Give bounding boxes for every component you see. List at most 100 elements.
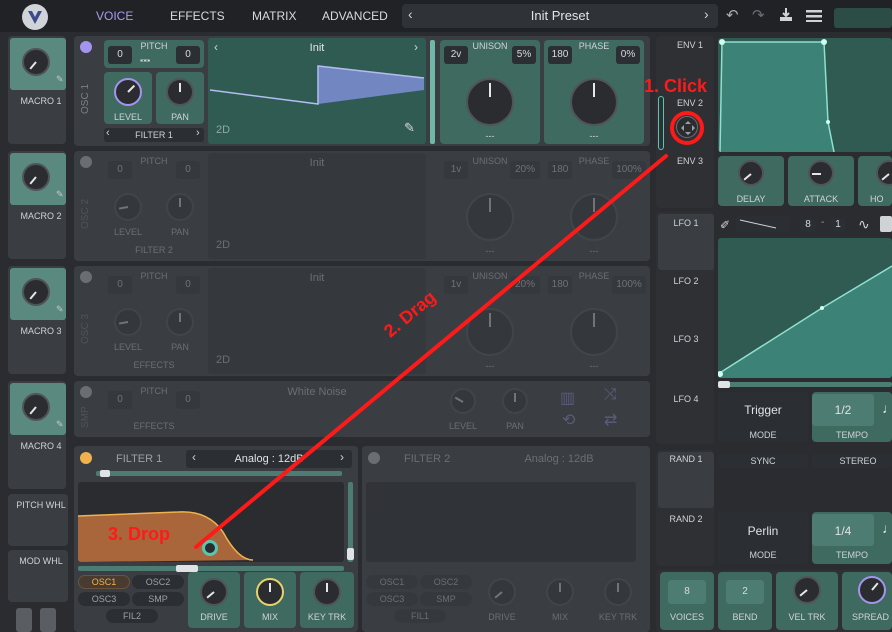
filter2-drive-knob[interactable]: [488, 578, 516, 606]
osc1-unison-detune[interactable]: 5%: [512, 46, 536, 64]
macro-2-edit-icon[interactable]: ✎: [56, 189, 64, 200]
lfo-edit-icon[interactable]: [880, 216, 892, 232]
wavetable-edit-icon[interactable]: ✎: [404, 120, 415, 136]
filter1-blend-slider[interactable]: [96, 471, 342, 476]
sample-level-knob[interactable]: [450, 388, 476, 414]
filter2-mix-knob[interactable]: [546, 578, 574, 606]
sample-power-toggle[interactable]: [80, 386, 92, 398]
osc2-phase-random[interactable]: 100%: [612, 161, 646, 179]
macro-3-knob[interactable]: [22, 278, 50, 306]
osc1-unison-dash[interactable]: ---: [440, 131, 540, 141]
menu-icon[interactable]: [806, 9, 822, 23]
macro-1-edit-icon[interactable]: ✎: [56, 74, 64, 85]
sample-name[interactable]: White Noise: [208, 386, 426, 398]
osc1-pan-knob[interactable]: [166, 78, 194, 106]
lfo-paint-icon[interactable]: ✐: [720, 218, 730, 232]
wave-frame-slider[interactable]: [430, 40, 435, 144]
env-tab-1[interactable]: ENV 1: [666, 40, 714, 50]
lfo-phase-handle[interactable]: [718, 381, 730, 388]
osc3-pan-knob[interactable]: [166, 308, 194, 336]
vital-logo[interactable]: [22, 4, 48, 30]
filter2-response-display[interactable]: [366, 482, 636, 562]
filter1-mix-slider[interactable]: [78, 566, 344, 571]
osc2-phase-knob[interactable]: [570, 193, 618, 241]
filter1-source-osc2[interactable]: OSC2: [132, 575, 184, 589]
filter1-power-toggle[interactable]: [80, 452, 92, 464]
filter1-resonance-handle[interactable]: [347, 548, 354, 560]
tab-matrix[interactable]: MATRIX: [252, 9, 296, 23]
osc1-route-next-icon[interactable]: ›: [196, 127, 200, 139]
osc3-power-toggle[interactable]: [80, 271, 92, 283]
pitch-wheel[interactable]: [16, 608, 32, 632]
lfo-tab-1[interactable]: LFO 1: [662, 218, 710, 228]
env-modulation-drag-icon[interactable]: [676, 116, 698, 138]
rand-tab-2[interactable]: RAND 2: [662, 514, 710, 524]
osc3-tune[interactable]: 0: [176, 276, 200, 294]
osc3-level-knob[interactable]: [114, 308, 142, 336]
lfo-grid-y[interactable]: 1: [830, 218, 846, 232]
filter1-source-smp[interactable]: SMP: [132, 592, 184, 606]
filter2-power-toggle[interactable]: [368, 452, 380, 464]
filter1-drive-knob[interactable]: [200, 578, 228, 606]
osc2-power-toggle[interactable]: [80, 156, 92, 168]
osc1-phase-value[interactable]: 180: [548, 46, 572, 64]
lfo-tab-3[interactable]: LFO 3: [662, 334, 710, 344]
filter1-source-osc1[interactable]: OSC1: [78, 575, 130, 589]
osc1-phase-knob[interactable]: [570, 78, 618, 126]
filter2-source-smp[interactable]: SMP: [420, 592, 472, 606]
osc1-keyboard-icon[interactable]: ▪▫▪▫▪: [140, 56, 150, 65]
filter1-mix-knob[interactable]: [256, 578, 284, 606]
loop-icon[interactable]: ⟲: [562, 410, 575, 430]
random-start-icon[interactable]: ⤨: [604, 386, 617, 404]
lfo-tab-2[interactable]: LFO 2: [662, 276, 710, 286]
osc2-unison-detune[interactable]: 20%: [510, 161, 540, 179]
osc2-level-knob[interactable]: [114, 193, 142, 221]
env-display[interactable]: [718, 38, 892, 152]
mod-wheel[interactable]: [40, 608, 56, 632]
env-delay-knob[interactable]: [738, 160, 764, 186]
undo-icon[interactable]: ↶: [726, 6, 739, 24]
osc3-unison-detune[interactable]: 20%: [510, 276, 540, 294]
osc1-unison-voices[interactable]: 2v: [444, 46, 468, 64]
osc3-phase-knob[interactable]: [570, 308, 618, 356]
filter2-source-osc1[interactable]: OSC1: [366, 575, 418, 589]
sample-pan-knob[interactable]: [502, 388, 528, 414]
lfo-display[interactable]: [718, 238, 892, 378]
osc2-unison-knob[interactable]: [466, 193, 514, 241]
spread-knob[interactable]: [858, 576, 886, 604]
preset-next-icon[interactable]: ›: [704, 6, 709, 22]
filter1-route-fil2[interactable]: FIL2: [106, 609, 158, 623]
osc1-power-toggle[interactable]: [80, 41, 92, 53]
osc3-route-label[interactable]: EFFECTS: [104, 360, 204, 370]
bounce-icon[interactable]: ⇄: [604, 410, 617, 430]
filter2-source-osc2[interactable]: OSC2: [420, 575, 472, 589]
osc3-phase-random[interactable]: 100%: [612, 276, 646, 294]
osc2-tune[interactable]: 0: [176, 161, 200, 179]
keytrack-icon[interactable]: ▥: [560, 388, 575, 408]
lfo-shape-preset[interactable]: [736, 216, 790, 232]
osc3-phase-dash[interactable]: ---: [544, 361, 644, 371]
macro-2-knob[interactable]: [22, 163, 50, 191]
osc3-unison-knob[interactable]: [466, 308, 514, 356]
filter1-cutoff-handle[interactable]: [202, 540, 218, 556]
macro-4-edit-icon[interactable]: ✎: [56, 419, 64, 430]
osc2-route-label[interactable]: FILTER 2: [104, 245, 204, 255]
rand-tab-1[interactable]: RAND 1: [662, 454, 710, 464]
rand-note-icon[interactable]: ♩: [882, 520, 892, 536]
lfo-phase-slider[interactable]: [718, 382, 892, 387]
macro-4-knob[interactable]: [22, 393, 50, 421]
osc1-tune[interactable]: 0: [176, 46, 200, 64]
filter2-model-name[interactable]: Analog : 12dB: [474, 453, 644, 465]
sample-transpose[interactable]: 0: [108, 391, 132, 409]
bend-value[interactable]: 2: [726, 580, 764, 604]
lfo-tab-4[interactable]: LFO 4: [662, 394, 710, 404]
save-icon[interactable]: [778, 6, 794, 22]
osc3-transpose[interactable]: 0: [108, 276, 132, 294]
env-tab-3[interactable]: ENV 3: [666, 156, 714, 166]
wavetable-next-icon[interactable]: ›: [414, 40, 418, 54]
tab-advanced[interactable]: ADVANCED: [322, 9, 388, 23]
osc2-phase-dash[interactable]: ---: [544, 246, 644, 256]
osc3-unison-dash[interactable]: ---: [440, 361, 540, 371]
lfo-grid-x[interactable]: 8: [800, 218, 816, 232]
sample-tune[interactable]: 0: [176, 391, 200, 409]
